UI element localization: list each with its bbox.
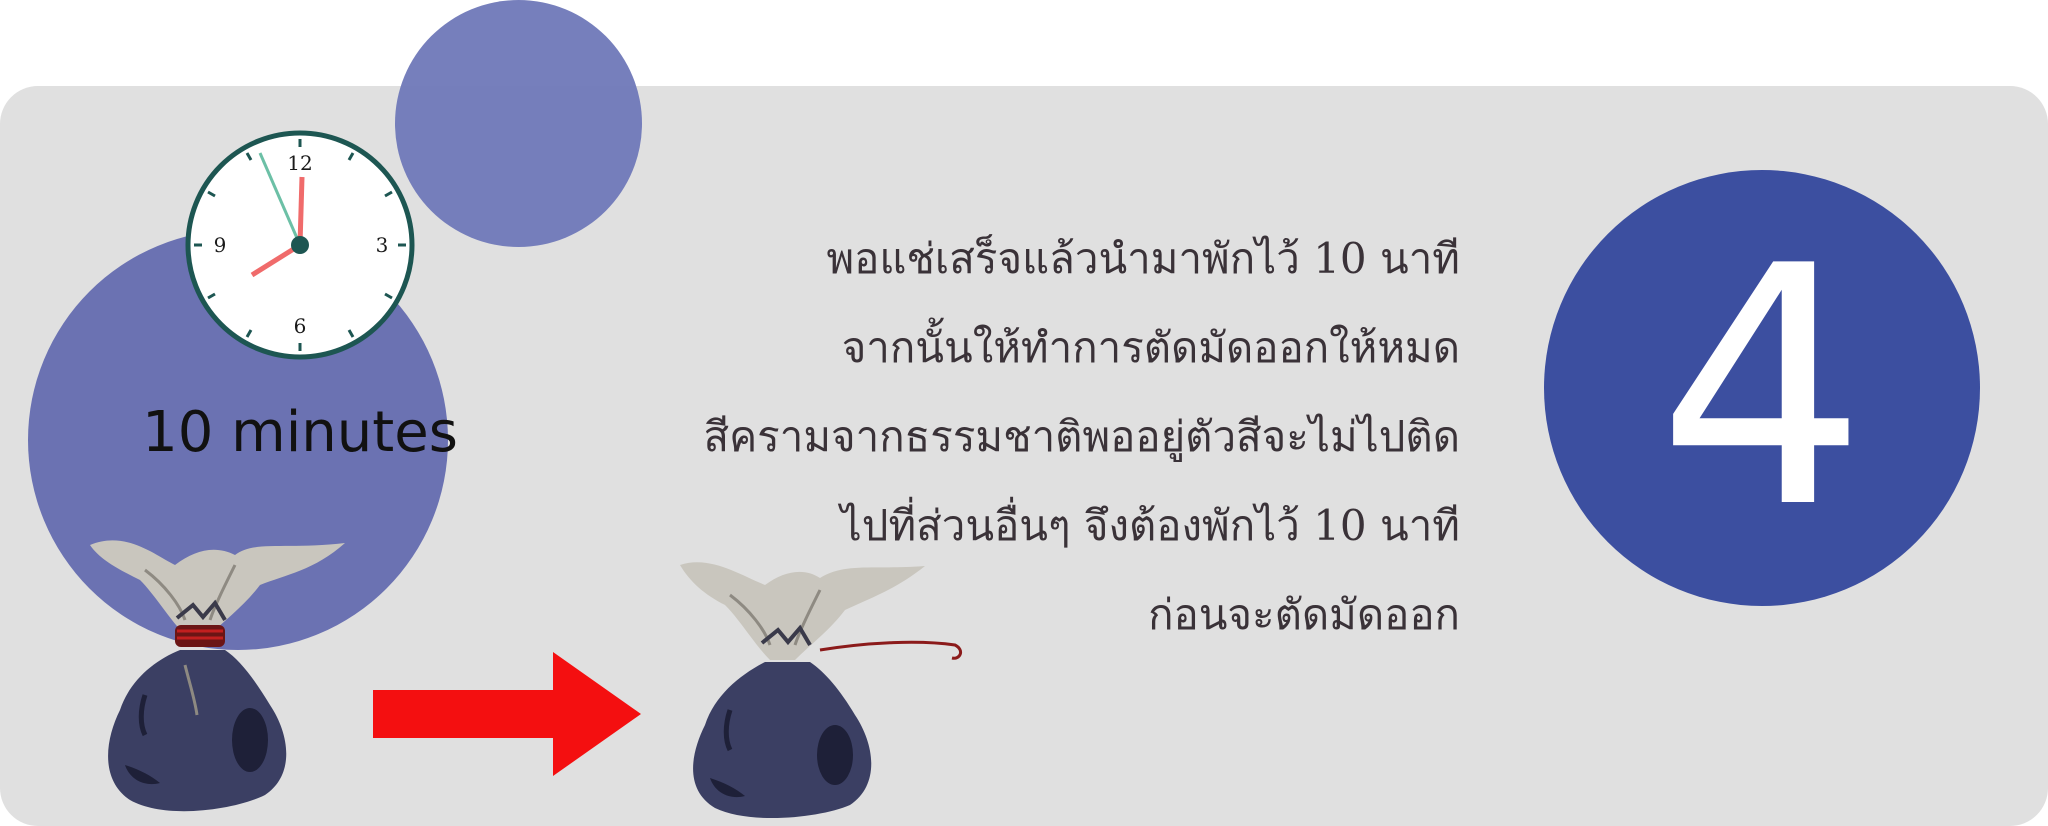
clock-number-12: 12 bbox=[287, 151, 312, 175]
instruction-line: พอแช่เสร็จแล้วนำมาพักไว้ 10 นาที bbox=[826, 234, 1460, 283]
clock-number-3: 3 bbox=[376, 233, 389, 257]
tied-bag-icon bbox=[90, 540, 345, 812]
instruction-line: สีครามจากธรรมชาติพออยู่ตัวสีจะไม่ไปติด bbox=[703, 412, 1460, 461]
right-arrow-icon bbox=[373, 652, 641, 776]
instruction-line: จากนั้นให้ทำการตัดมัดออกให้หมด bbox=[841, 323, 1460, 372]
decorative-circle bbox=[395, 0, 642, 247]
clock-number-9: 9 bbox=[214, 233, 227, 257]
clock-number-6: 6 bbox=[294, 314, 307, 338]
untied-bag-icon bbox=[680, 562, 963, 819]
step-number: 4 bbox=[1657, 196, 1867, 580]
clock-minute-hand bbox=[297, 176, 305, 246]
clock-icon: 12 3 6 9 bbox=[185, 130, 415, 360]
timer-label: 10 minutes bbox=[142, 400, 458, 465]
